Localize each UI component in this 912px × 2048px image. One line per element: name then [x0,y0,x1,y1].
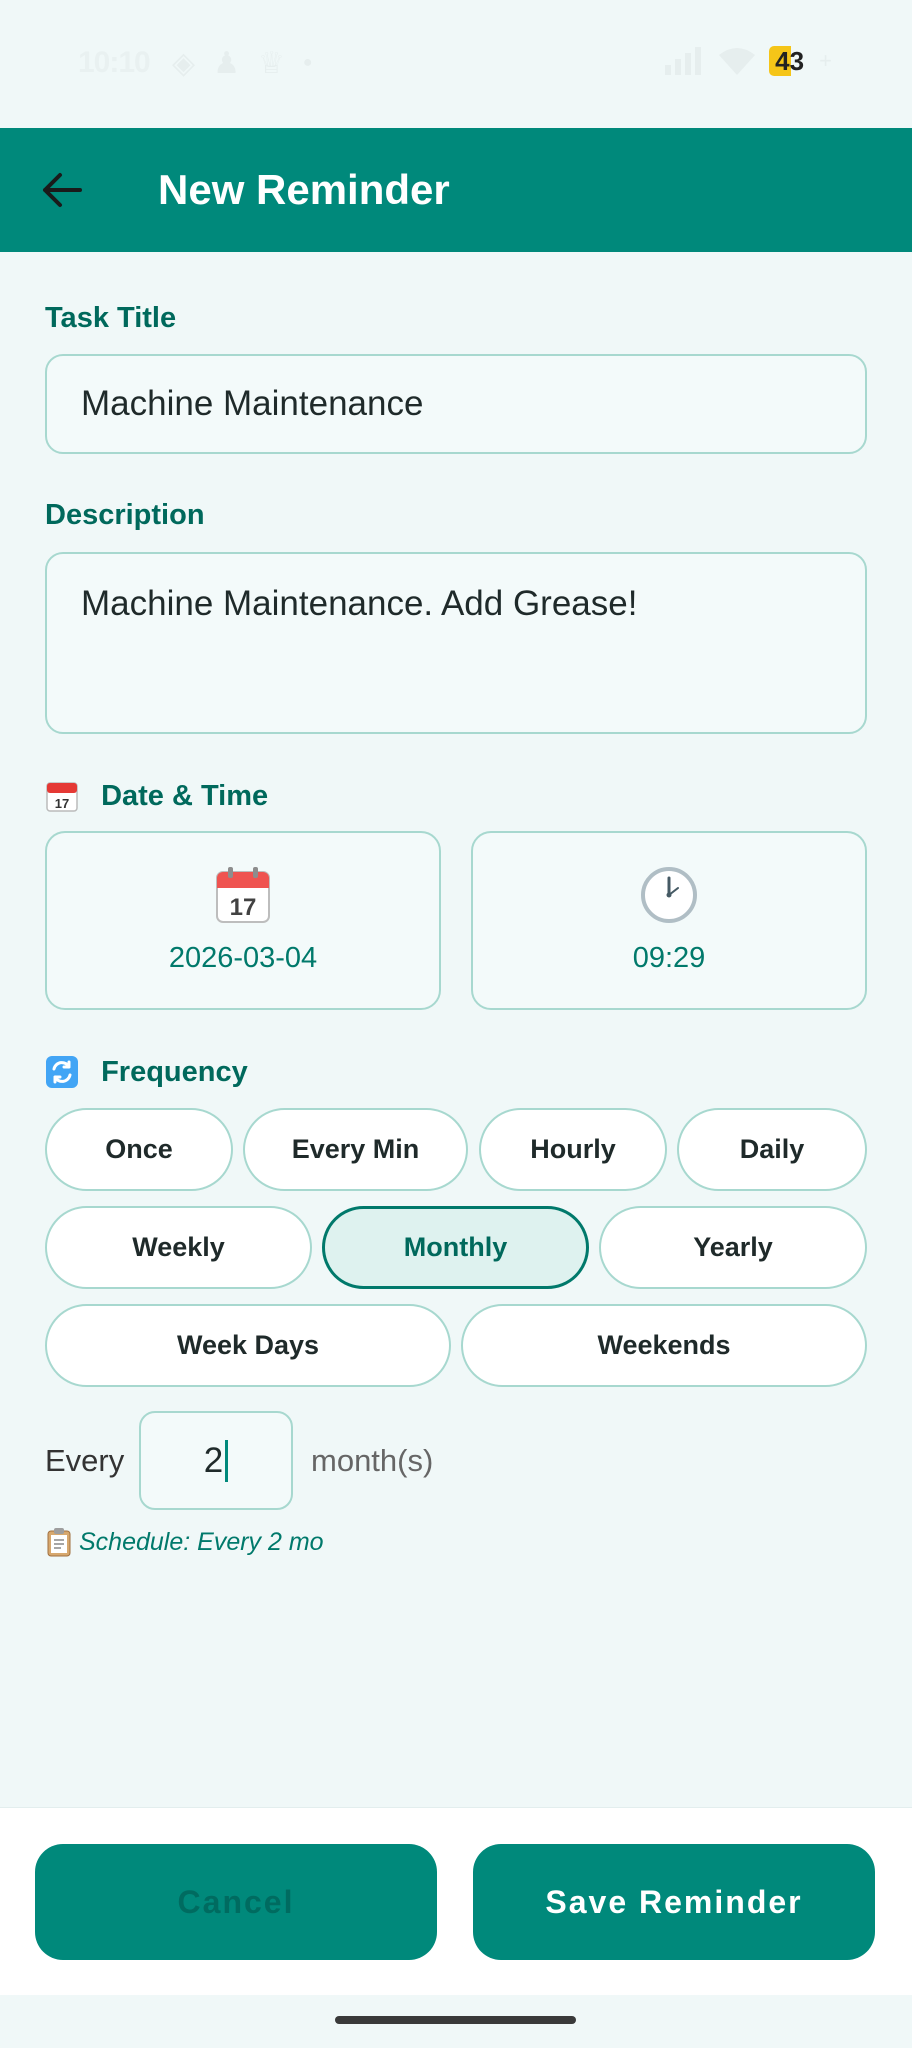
repeat-icon [46,1056,78,1089]
frequency-chip-weekly[interactable]: Weekly [45,1206,312,1289]
time-value: 09:29 [632,942,706,974]
text-cursor [225,1439,229,1482]
date-time-label-text: Date & Time [101,779,269,812]
status-bar: 10:10 ◈ ♟ ♕ ● 43 + [0,0,912,128]
charging-icon: + [819,48,832,73]
frequency-label: Frequency [45,1055,248,1089]
frequency-chip-once[interactable]: Once [45,1108,233,1191]
status-time: 10:10 [78,46,151,79]
date-time-label: 17 Date & Time [45,779,268,813]
task-title-label: Task Title [45,302,177,334]
every-label: Every [45,1443,125,1478]
unit-label: month(s) [311,1443,434,1478]
back-arrow-icon [43,173,82,207]
app-bar: New Reminder [0,128,912,252]
system-icons: 43 + [665,46,832,76]
task-title-input[interactable]: Machine Maintenance [45,354,867,454]
bottom-action-bar: Cancel Save Reminder [0,1807,912,1995]
battery-icon: 43 + [769,46,832,76]
date-value: 2026-03-04 [168,942,318,974]
dot-icon: ● [302,54,313,71]
app-notification-icon: ◈ [172,47,196,80]
calendar-icon: 17 [46,782,78,813]
wifi-icon [719,48,756,75]
clipboard-icon [47,1528,71,1557]
person-icon: ♟ [213,47,240,80]
interval-value: 2 [203,1440,224,1480]
frequency-label-text: Frequency [101,1055,248,1088]
interval-input[interactable]: 2 [139,1411,293,1510]
trophy-icon: ♕ [257,47,285,80]
description-label: Description [45,499,205,531]
frequency-chip-hourly[interactable]: Hourly [479,1108,667,1191]
frequency-chip-daily[interactable]: Daily [677,1108,867,1191]
frequency-chip-every-min[interactable]: Every Min [243,1108,468,1191]
date-picker[interactable]: 17 2026-03-04 [45,831,441,1010]
frequency-chip-yearly[interactable]: Yearly [599,1206,867,1289]
cancel-button[interactable]: Cancel [35,1844,437,1960]
schedule-summary-text: Schedule: Every 2 mo [79,1527,324,1556]
clock-icon [641,867,697,923]
notification-icons: ◈ ♟ ♕ ● [172,46,313,81]
svg-text:17: 17 [55,796,69,811]
calendar-icon: 17 [216,867,270,923]
signal-icon [665,47,702,75]
frequency-chip-weekends[interactable]: Weekends [461,1304,867,1387]
schedule-summary: Schedule: Every 2 mo [45,1527,324,1557]
page-title: New Reminder [158,166,450,213]
home-indicator[interactable] [335,2016,576,2024]
svg-text:17: 17 [230,894,257,921]
time-picker[interactable]: 09:29 [471,831,867,1010]
battery-level: 43 [775,46,805,76]
back-button[interactable] [30,158,94,222]
save-reminder-button[interactable]: Save Reminder [473,1844,875,1960]
frequency-chip-monthly[interactable]: Monthly [322,1206,589,1289]
description-input[interactable]: Machine Maintenance. Add Grease! [45,552,867,734]
frequency-chip-week-days[interactable]: Week Days [45,1304,451,1387]
